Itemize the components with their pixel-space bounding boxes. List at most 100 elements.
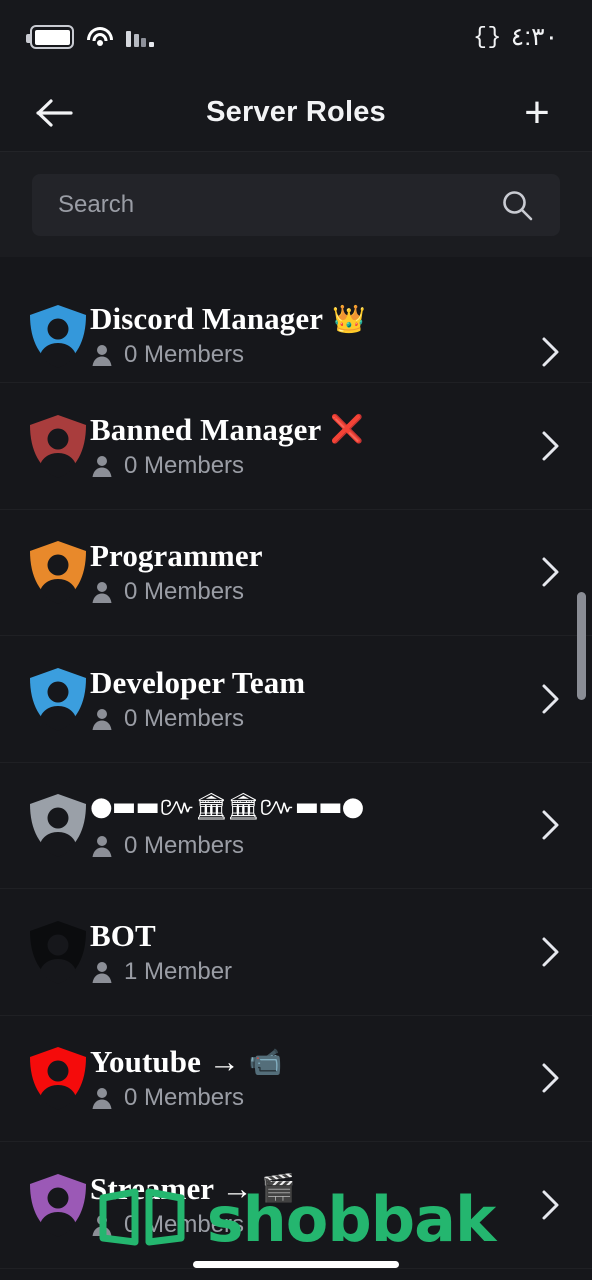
back-button[interactable]: [32, 90, 78, 136]
member-icon: [92, 836, 112, 858]
role-open-button[interactable]: [538, 1188, 564, 1222]
chevron-right-icon: [542, 684, 559, 714]
app-header: Server Roles +: [0, 74, 592, 152]
role-member-count: 0 Members: [90, 705, 538, 733]
role-member-count: 0 Members: [90, 832, 538, 860]
role-shield-icon: [30, 667, 86, 731]
signal-bars-icon: [126, 27, 154, 47]
role-row-body: Programmer 0 Members: [90, 538, 538, 606]
chevron-right-icon: [542, 937, 559, 967]
role-name-text: Streamer →: [90, 1170, 253, 1206]
role-member-count: 1 Member: [90, 958, 538, 986]
role-open-button[interactable]: [538, 555, 564, 589]
arrow-left-icon: [36, 98, 73, 127]
role-name: Streamer → 🎬: [90, 1171, 538, 1207]
role-list[interactable]: Discord Manager 👑 0 Members Banned Manager ❌…: [0, 257, 592, 1280]
role-name: Youtube → 📹: [90, 1044, 538, 1080]
chevron-right-icon: [542, 337, 559, 367]
status-bar-left: [26, 25, 154, 49]
role-row[interactable]: Streamer → 🎬 0 Members: [0, 1142, 592, 1269]
role-member-text: 0 Members: [124, 341, 245, 368]
member-icon: [92, 961, 112, 983]
status-bar-right: {} ٤:٣٠: [473, 22, 558, 52]
role-row-body: ●▬▬៚🏛🏛៚▬▬● 0 Members: [90, 790, 538, 860]
member-icon: [92, 345, 112, 366]
role-row[interactable]: Programmer 0 Members: [0, 510, 592, 636]
member-icon: [92, 582, 112, 604]
chevron-right-icon: [542, 557, 559, 587]
role-name: Developer Team: [90, 665, 538, 701]
page-title: Server Roles: [206, 96, 386, 128]
role-shield-icon: [30, 305, 86, 368]
role-shield-icon: [30, 414, 86, 478]
search-section: Search: [0, 152, 592, 257]
role-open-button[interactable]: [538, 335, 564, 369]
role-shield-icon: [30, 1047, 86, 1110]
role-member-count: 0 Members: [90, 578, 538, 606]
member-icon: [92, 708, 112, 730]
role-open-button[interactable]: [538, 808, 564, 842]
home-indicator: [193, 1261, 399, 1268]
role-row[interactable]: Youtube → 📹 0 Members: [0, 1016, 592, 1142]
role-name-text: Programmer: [90, 538, 263, 574]
role-name: BOT: [90, 918, 538, 954]
braces-icon: {}: [473, 24, 502, 50]
member-icon: [92, 1214, 112, 1236]
role-row-body: Discord Manager 👑 0 Members: [90, 301, 538, 369]
role-row[interactable]: BOT 1 Member: [0, 889, 592, 1016]
member-icon: [92, 1088, 112, 1110]
role-row[interactable]: Discord Manager 👑 0 Members: [0, 257, 592, 383]
role-member-text: 0 Members: [124, 578, 245, 606]
member-icon: [92, 455, 112, 477]
battery-full-icon: [26, 25, 74, 49]
role-row[interactable]: ●▬▬៚🏛🏛៚▬▬● 0 Members: [0, 763, 592, 889]
role-name: ●▬▬៚🏛🏛៚▬▬●: [90, 790, 538, 828]
search-icon[interactable]: [500, 188, 534, 222]
role-shield-icon: [30, 1173, 86, 1237]
role-name: Programmer: [90, 538, 538, 574]
role-shield-icon: [30, 920, 86, 984]
chevron-right-icon: [542, 431, 559, 461]
role-row[interactable]: Developer Team 0 Members: [0, 636, 592, 763]
status-bar: {} ٤:٣٠: [0, 0, 592, 74]
role-member-count: 0 Members: [90, 1084, 538, 1112]
role-name: Discord Manager 👑: [90, 301, 538, 337]
role-member-text: 0 Members: [124, 832, 245, 860]
role-member-text: 0 Members: [124, 451, 245, 479]
role-name-text: ●▬▬៚🏛🏛៚▬▬●: [90, 792, 364, 823]
add-role-button[interactable]: +: [514, 90, 560, 136]
role-member-text: 0 Members: [124, 1084, 245, 1112]
role-name-text: Banned Manager: [90, 411, 322, 447]
status-time: ٤:٣٠: [510, 23, 558, 51]
role-row-body: BOT 1 Member: [90, 918, 538, 986]
role-emoji: ❌: [330, 414, 365, 445]
server-roles-screen: {} ٤:٣٠ Server Roles + Search Discord Ma: [0, 0, 592, 1280]
role-name-text: BOT: [90, 917, 156, 953]
role-row-body: Youtube → 📹 0 Members: [90, 1044, 538, 1112]
role-open-button[interactable]: [538, 935, 564, 969]
role-emoji: 📹: [248, 1046, 283, 1077]
search-input[interactable]: Search: [32, 173, 560, 236]
role-shield-icon: [30, 541, 86, 604]
role-row-body: Streamer → 🎬 0 Members: [90, 1171, 538, 1239]
role-name: Banned Manager ❌: [90, 412, 538, 448]
scrollbar-thumb[interactable]: [577, 592, 586, 700]
role-row-body: Banned Manager ❌ 0 Members: [90, 412, 538, 480]
role-member-count: 0 Members: [90, 452, 538, 480]
role-member-count: 0 Members: [90, 1211, 538, 1239]
role-name-text: Discord Manager: [90, 301, 324, 336]
role-member-text: 0 Members: [124, 704, 245, 732]
role-row[interactable]: Banned Manager ❌ 0 Members: [0, 383, 592, 510]
wifi-icon: [87, 27, 113, 47]
role-open-button[interactable]: [538, 682, 564, 716]
role-open-button[interactable]: [538, 429, 564, 463]
role-member-count: 0 Members: [90, 341, 538, 369]
role-member-text: 1 Member: [124, 957, 233, 985]
chevron-right-icon: [542, 1063, 559, 1093]
role-emoji: 👑: [332, 303, 366, 334]
role-name-text: Developer Team: [90, 664, 306, 700]
chevron-right-icon: [542, 1190, 559, 1220]
role-open-button[interactable]: [538, 1061, 564, 1095]
role-emoji: 🎬: [261, 1173, 296, 1204]
role-row-body: Developer Team 0 Members: [90, 665, 538, 733]
